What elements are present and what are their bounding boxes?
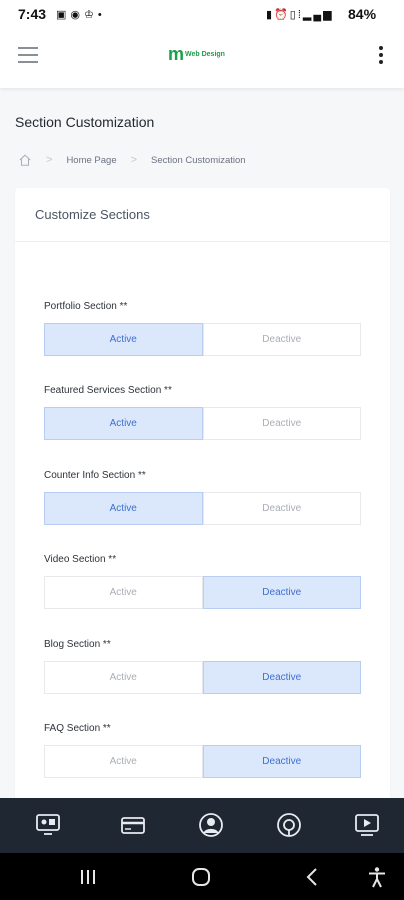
status-toggle: Active Deactive [44,323,361,356]
pinterest-icon: ◉ [70,9,85,21]
app-header: m Web Design [0,30,404,88]
dashboard-icon[interactable] [35,812,61,838]
brand-logo[interactable]: m Web Design [168,42,238,66]
field-label: Video Section ** [44,554,117,565]
active-option[interactable]: Active [44,323,203,356]
deactive-option[interactable]: Deactive [202,407,361,440]
customize-sections-card: Customize Sections Portfolio Section ** … [15,188,390,848]
deactive-option[interactable]: Deactive [202,661,361,694]
vibrate-icon: ▯ [289,9,298,21]
field-label: Portfolio Section ** [44,301,128,312]
chevron-right-icon: > [46,154,53,166]
status-toggle: Active Deactive [44,407,361,440]
breadcrumb-home-link[interactable]: Home Page [66,155,116,166]
gallery-icon: ▣ [56,9,71,21]
breadcrumb-current: Section Customization [151,154,246,166]
video-section-field: Video Section ** Active Deactive [44,554,361,609]
home-icon[interactable] [18,153,32,167]
active-option[interactable]: Active [44,661,203,694]
deactive-option[interactable]: Deactive [202,576,361,609]
status-toggle: Active Deactive [44,492,361,525]
faq-section-field: FAQ Section ** Active Deactive [44,723,361,778]
active-option[interactable]: Active [44,745,203,778]
breadcrumb: > Home Page > Section Customization [18,150,246,170]
battery-percent: 84% [348,6,377,22]
back-icon[interactable] [304,867,320,887]
chevron-right-icon: > [130,154,138,166]
video-icon[interactable] [354,812,380,838]
system-status-icons: ▮⏰▯⁞▂▄▆ [266,8,334,21]
accessibility-icon[interactable] [366,866,388,888]
status-toggle: Active Deactive [44,661,361,694]
field-label: FAQ Section ** [44,723,111,734]
deactive-option[interactable]: Deactive [202,745,361,778]
blog-section-field: Blog Section ** Active Deactive [44,639,361,694]
home-button-icon[interactable] [190,867,212,887]
deactive-option[interactable]: Deactive [202,492,361,525]
status-time: 7:43 [18,6,47,22]
active-option[interactable]: Active [44,576,203,609]
logo-text: Web Design [185,50,225,58]
bottom-navigation [0,798,404,853]
shirt-icon: ♔ [84,9,98,21]
field-label: Featured Services Section ** [44,385,172,396]
status-toggle: Active Deactive [44,745,361,778]
alarm-icon: ⏰ [274,9,290,21]
kebab-icon[interactable] [376,46,386,68]
card-title: Customize Sections [35,207,150,222]
hamburger-icon[interactable] [18,47,38,65]
field-label: Counter Info Section ** [44,470,146,481]
status-toggle: Active Deactive [44,576,361,609]
system-navigation-bar [0,853,404,900]
counter-info-section-field: Counter Info Section ** Active Deactive [44,470,361,525]
notification-icons: ▣◉♔• [56,8,106,21]
profile-icon[interactable] [198,812,224,838]
active-option[interactable]: Active [44,407,203,440]
signal-icon: ▂▄▆ [302,9,334,21]
featured-services-section-field: Featured Services Section ** Active Deac… [44,385,361,440]
deactive-option[interactable]: Deactive [202,323,361,356]
field-label: Blog Section ** [44,639,111,650]
payment-card-icon[interactable] [120,812,146,838]
support-icon[interactable] [276,812,302,838]
page-title: Section Customization [15,114,155,130]
dot-icon: • [97,9,106,21]
card-header: Customize Sections [15,188,390,242]
recent-apps-icon[interactable] [78,868,98,886]
status-bar: 7:43 ▣◉♔• ▮⏰▯⁞▂▄▆ 84% [0,0,404,30]
active-option[interactable]: Active [44,492,203,525]
battery-saver-icon: ▮ [266,9,275,21]
portfolio-section-field: Portfolio Section ** Active Deactive [44,301,361,356]
logo-mark-icon: m [168,44,185,64]
